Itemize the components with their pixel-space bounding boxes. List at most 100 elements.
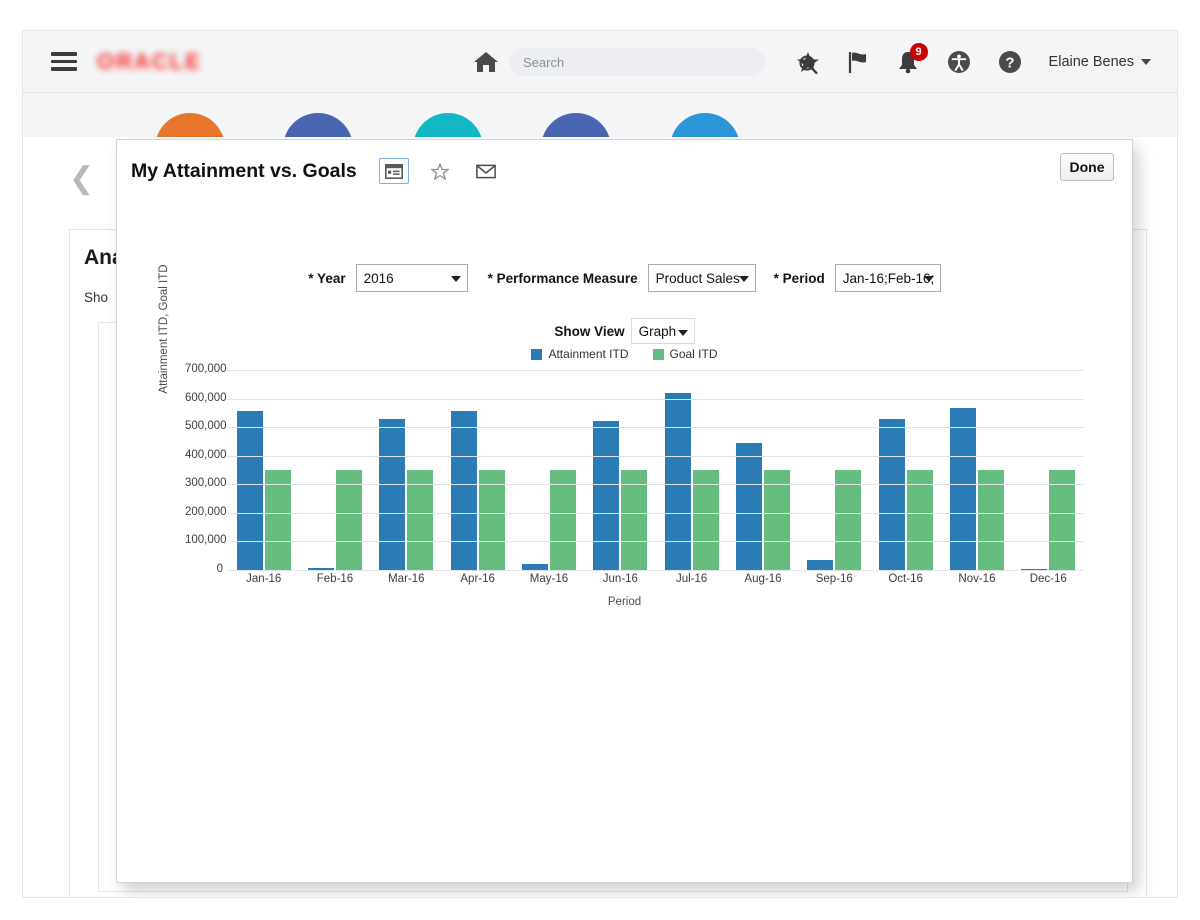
year-value: 2016 [363, 270, 394, 286]
legend-item-attainment[interactable]: Attainment ITD [531, 347, 629, 361]
filter-row: * Year 2016 * Performance Measure Produc… [117, 264, 1132, 292]
envelope-icon[interactable] [471, 158, 501, 184]
x-axis-tick-label: Feb-16 [316, 573, 354, 585]
gridline [227, 541, 1084, 543]
springboard-strip [23, 93, 1177, 137]
springboard-circle[interactable] [670, 113, 740, 137]
bar-group [656, 370, 727, 570]
y-axis-tick-label: 100,000 [185, 534, 227, 547]
bar-series-container [228, 370, 1084, 570]
application-frame: ORACLE Search 9 ? Elaine Benes ❮ Ana Sho… [22, 30, 1178, 898]
period-value: Jan-16;Feb-16; [842, 270, 935, 286]
accessibility-icon[interactable] [947, 50, 971, 74]
attainment-goals-dialog: My Attainment vs. Goals Done * Year 2016… [116, 139, 1133, 883]
help-question-icon[interactable]: ? [998, 50, 1022, 74]
bar-group [442, 370, 513, 570]
bar-attainment[interactable] [236, 411, 263, 570]
svg-text:?: ? [1005, 55, 1014, 72]
star-icon[interactable] [796, 51, 820, 74]
bar-attainment[interactable] [664, 392, 691, 570]
springboard-circle[interactable] [155, 113, 225, 137]
x-axis-tick-label: Jan-16 [246, 573, 282, 585]
notification-badge: 9 [909, 43, 928, 61]
y-axis-title: Attainment ITD, Goal ITD [158, 264, 170, 394]
gridline [227, 512, 1084, 514]
x-axis-tick-label: Aug-16 [744, 573, 782, 585]
x-axis-tick-label: Dec-16 [1029, 573, 1067, 585]
year-select[interactable]: 2016 [355, 264, 468, 292]
x-axis-tick-labels: Jan-16 Feb-16 Mar-16 Apr-16 May-16 Jun-16 Jul-… [228, 573, 1084, 585]
chevron-down-icon [738, 276, 749, 282]
attainment-chart: Attainment ITD Goal ITD Attainment ITD, … [117, 264, 1132, 608]
x-axis-tick-label: Jun-16 [602, 573, 638, 585]
performance-measure-label: * Performance Measure [487, 270, 638, 286]
chevron-left-icon[interactable]: ❮ [69, 161, 94, 196]
chart-legend: Attainment ITD Goal ITD [117, 344, 1132, 364]
search-placeholder: Search [523, 54, 565, 70]
x-axis-title: Period [607, 596, 642, 608]
dialog-title: My Attainment vs. Goals [131, 159, 357, 182]
x-axis-tick-label: Nov-16 [958, 573, 996, 585]
bar-attainment[interactable] [878, 418, 905, 570]
x-axis-tick-label: May-16 [529, 573, 569, 585]
legend-swatch [652, 348, 664, 360]
user-menu[interactable]: Elaine Benes [1049, 54, 1151, 70]
legend-item-goal[interactable]: Goal ITD [652, 347, 718, 361]
flag-icon[interactable] [847, 50, 869, 74]
chevron-down-icon [923, 276, 934, 282]
star-icon[interactable] [425, 158, 455, 184]
user-name-label: Elaine Benes [1048, 54, 1134, 70]
global-header: ORACLE Search 9 ? Elaine Benes [23, 31, 1177, 93]
search-input[interactable]: Search [509, 48, 818, 76]
performance-measure-value: Product Sales [655, 270, 740, 286]
dialog-header: My Attainment vs. Goals Done [117, 140, 1132, 202]
bar-attainment[interactable] [450, 411, 477, 570]
y-axis-tick-label: 700,000 [185, 363, 227, 375]
bar-group [941, 370, 1012, 570]
performance-measure-select[interactable]: Product Sales [647, 264, 756, 292]
gridline [227, 484, 1084, 486]
springboard-circle[interactable] [283, 113, 353, 137]
layout-icon[interactable] [378, 158, 409, 184]
legend-label: Attainment ITD [548, 347, 629, 361]
show-view-select[interactable]: Graph [630, 318, 695, 344]
gridline [227, 570, 1084, 571]
period-select[interactable]: Jan-16;Feb-16; [834, 264, 941, 292]
bar-group [799, 370, 870, 570]
plot-region: 0 100,000 200,000 300,000 400,000 500,000 600,… [185, 363, 1084, 575]
springboard-circle[interactable] [541, 113, 611, 137]
bar-attainment[interactable] [735, 442, 762, 570]
done-button[interactable]: Done [1060, 153, 1114, 181]
period-label: * Period [773, 270, 825, 286]
bar-group [727, 370, 798, 570]
y-axis-tick-label: 0 [216, 563, 223, 575]
gridline [227, 427, 1084, 429]
x-axis-tick-label: Apr-16 [460, 573, 495, 585]
home-icon[interactable] [473, 50, 499, 74]
bar-attainment[interactable] [379, 418, 406, 570]
show-view-value: Graph [638, 323, 677, 339]
x-axis-tick-label: Sep-16 [815, 573, 853, 585]
bar-attainment[interactable] [593, 421, 620, 570]
bar-group [585, 370, 656, 570]
springboard-circle[interactable] [413, 113, 483, 137]
y-axis-tick-label: 500,000 [185, 420, 227, 433]
y-axis-tick-label: 400,000 [185, 448, 227, 461]
bell-icon[interactable]: 9 [896, 43, 928, 74]
plot-wrapper: Attainment ITD, Goal ITD 0 100,000 200,000… [117, 264, 1132, 608]
x-axis-tick-label: Oct-16 [888, 573, 923, 585]
bar-attainment[interactable] [949, 407, 976, 570]
page-subtitle: Sho [84, 290, 109, 305]
year-label: * Year [308, 270, 346, 286]
bar-group [228, 370, 299, 570]
legend-label: Goal ITD [669, 347, 718, 361]
hamburger-menu-icon[interactable] [51, 48, 77, 75]
bar-attainment[interactable] [807, 560, 834, 570]
chevron-down-icon [1141, 59, 1151, 65]
dialog-title-actions [378, 158, 501, 184]
header-right-group: 9 ? Elaine Benes [796, 31, 1151, 93]
chevron-down-icon [677, 330, 688, 336]
oracle-logo: ORACLE [97, 48, 202, 74]
chevron-down-icon [450, 276, 461, 282]
bar-group [1013, 370, 1084, 570]
